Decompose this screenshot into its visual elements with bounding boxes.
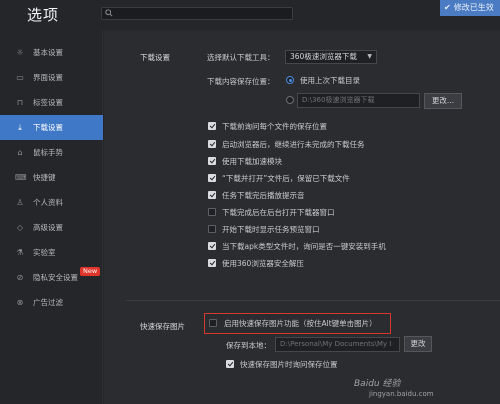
default-tool-select[interactable]: 360极速浏览器下载 ▼	[285, 50, 377, 64]
save-location-label: 下载内容保存位置：	[207, 77, 275, 86]
gear-icon: ☼	[16, 48, 24, 57]
sidebar-item-interface[interactable]: ▭ 界面设置	[0, 65, 103, 90]
flask-icon: ⚗	[16, 248, 24, 257]
search-icon	[105, 9, 113, 17]
option-checkbox-5[interactable]	[208, 191, 216, 199]
sidebar-item-label: 标签设置	[33, 98, 63, 107]
privacy-icon: ⊘	[16, 273, 24, 282]
download-path-field[interactable]: D:\360极速浏览器下载	[297, 93, 420, 108]
option-label-6: 下载完成后在后台打开下载器窗口	[222, 208, 335, 217]
sidebar-item-label: 个人资料	[33, 198, 63, 207]
save-status-label: 修改已生效	[453, 3, 494, 12]
download-icon: ⤓	[18, 123, 22, 132]
default-tool-value: 360极速浏览器下载	[290, 52, 357, 61]
sidebar-item-label: 隐私安全设置	[33, 273, 78, 282]
option-checkbox-9[interactable]	[208, 259, 216, 267]
quicksave-enable-checkbox[interactable]	[209, 319, 217, 327]
quicksave-ask-label: 快速保存图片时询问保存位置	[240, 360, 338, 369]
quicksave-section-title: 快速保存图片	[140, 322, 185, 331]
quicksave-enable-label: 启用快速保存图片功能（按住Alt键单击图片）	[224, 319, 377, 328]
option-checkbox-7[interactable]	[208, 225, 216, 233]
new-badge: New	[80, 267, 101, 276]
sidebar-item-label: 实验室	[33, 248, 56, 257]
sidebar-item-label: 广告过滤	[33, 298, 63, 307]
watermark-url: jingyan.baidu.com	[369, 390, 434, 398]
sidebar-item-profile[interactable]: ♙ 个人资料	[0, 190, 103, 215]
chevron-down-icon: ▼	[367, 53, 372, 60]
tab-icon: ⊓	[16, 98, 24, 107]
keyboard-icon: ⌨	[15, 173, 27, 182]
quicksave-ask-checkbox[interactable]	[226, 360, 234, 368]
sidebar-item-privacy[interactable]: ⊘ 隐私安全设置 New	[0, 265, 103, 290]
settings-panel: 下载设置 选择默认下载工具： 360极速浏览器下载 ▼ 下载内容保存位置： 使用…	[104, 30, 500, 404]
option-label-8: 当下载apk类型文件时，询问是否一键安装到手机	[222, 242, 386, 251]
change-path-button[interactable]: 更改...	[424, 93, 462, 109]
sidebar-item-label: 高级设置	[33, 223, 63, 232]
sidebar-item-mouse-gesture[interactable]: ⌂ 鼠标手势	[0, 140, 103, 165]
sidebar-item-tabs[interactable]: ⊓ 标签设置	[0, 90, 103, 115]
option-label-4: “下载并打开”文件后，保留已下载文件	[222, 174, 350, 183]
sidebar-item-shortcuts[interactable]: ⌨ 快捷键	[0, 165, 103, 190]
person-icon: ♙	[16, 198, 24, 207]
quicksave-path-field[interactable]: D:\Personal\My Documents\My I	[275, 337, 400, 352]
default-tool-label: 选择默认下载工具：	[207, 53, 275, 62]
option-label-3: 使用下载加速模块	[222, 157, 282, 166]
sidebar-item-basic[interactable]: ☼ 基本设置	[0, 40, 103, 65]
option-checkbox-1[interactable]	[208, 122, 216, 130]
sidebar-item-advanced[interactable]: ◇ 高级设置	[0, 215, 103, 240]
option-label-1: 下载前询问每个文件的保存位置	[222, 122, 327, 131]
use-last-dir-radio[interactable]	[286, 76, 294, 84]
sidebar-item-lab[interactable]: ⚗ 实验室	[0, 240, 103, 265]
sidebar: ☼ 基本设置 ▭ 界面设置 ⊓ 标签设置 ⤓ 下载设置 ⌂ 鼠标手势 ⌨ 快捷键 ♙ 个人资料…	[0, 30, 103, 404]
sidebar-item-label: 下载设置	[33, 123, 63, 132]
check-icon: ✔	[444, 3, 451, 12]
sidebar-item-download[interactable]: ⤓ 下载设置	[0, 115, 103, 140]
save-status-button[interactable]: ✔ 修改已生效	[440, 0, 500, 16]
saveto-label: 保存到本地：	[226, 341, 271, 350]
window-title: 选项	[27, 6, 60, 24]
quicksave-change-button[interactable]: 更改	[404, 336, 432, 352]
option-label-9: 使用360浏览器安全解压	[222, 259, 304, 268]
block-icon: ⊗	[16, 298, 24, 307]
sidebar-item-label: 鼠标手势	[33, 148, 63, 157]
sidebar-item-label: 快捷键	[33, 173, 56, 182]
option-label-7: 开始下载时显示任务预览窗口	[222, 225, 320, 234]
option-checkbox-8[interactable]	[208, 242, 216, 250]
download-section-title: 下载设置	[140, 53, 170, 62]
shield-icon: ◇	[16, 223, 24, 232]
custom-dir-radio[interactable]	[286, 96, 294, 104]
use-last-dir-label: 使用上次下载目录	[300, 76, 360, 85]
search-input[interactable]	[101, 7, 293, 20]
option-label-2: 启动浏览器后，继续进行未完成的下载任务	[222, 140, 365, 149]
watermark-logo: Baidu 经验	[354, 379, 401, 389]
option-label-5: 任务下载完后播放提示音	[222, 191, 305, 200]
sidebar-item-adblock[interactable]: ⊗ 广告过滤	[0, 290, 103, 315]
sidebar-item-label: 界面设置	[33, 73, 63, 82]
monitor-icon: ▭	[16, 73, 24, 82]
option-checkbox-6[interactable]	[208, 208, 216, 216]
title-bar: 选项 ✔ 修改已生效	[0, 0, 500, 30]
option-checkbox-3[interactable]	[208, 157, 216, 165]
section-divider	[126, 300, 500, 301]
mouse-icon: ⌂	[17, 148, 23, 157]
option-checkbox-2[interactable]	[208, 140, 216, 148]
sidebar-item-label: 基本设置	[33, 48, 63, 57]
option-checkbox-4[interactable]	[208, 174, 216, 182]
